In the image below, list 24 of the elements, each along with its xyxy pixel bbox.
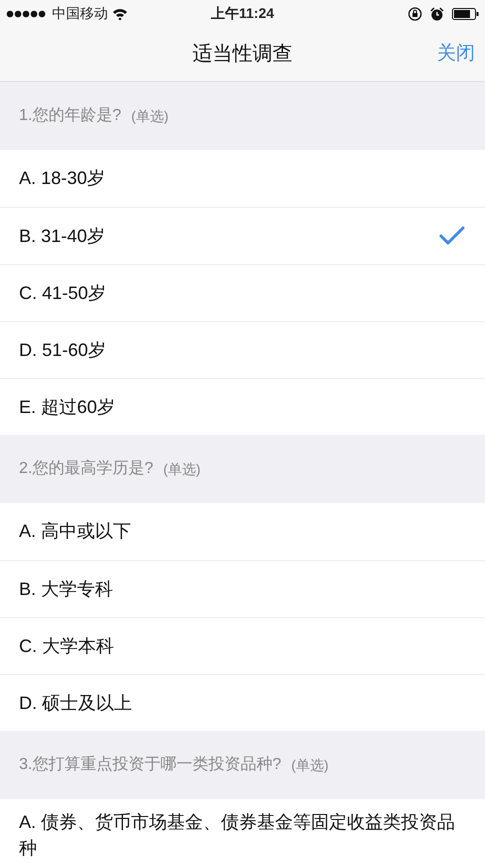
option-label: D. 51-60岁: [19, 338, 106, 362]
carrier-name: 中国移动: [52, 4, 108, 23]
option-label: E. 超过60岁: [19, 396, 116, 418]
question-type: (单选): [163, 460, 201, 479]
option-label: A. 债券、货币市场基金、债券基金等固定收益类投资品种: [19, 811, 455, 860]
option-label: B. 大学专科: [19, 578, 114, 600]
signal-icon: [6, 8, 48, 18]
question-title: 3.您打算重点投资于哪一类投资品种?: [19, 754, 282, 775]
wifi-icon: [112, 8, 128, 20]
battery-icon: [452, 8, 480, 20]
alarm-icon: [430, 6, 444, 20]
option-label: B. 31-40岁: [19, 224, 106, 248]
status-time: 上午11:24: [210, 4, 276, 23]
page-title: 适当性调查: [192, 42, 292, 67]
option-label: D. 硕士及以上: [19, 692, 132, 714]
question-title: 1.您的年龄是?: [19, 106, 122, 126]
question-type: (单选): [131, 106, 169, 126]
question-type: (单选): [291, 756, 329, 775]
option-label: A. 18-30岁: [19, 167, 106, 190]
option-label: A. 高中或以下: [19, 520, 132, 543]
option-label: C. 大学本科: [19, 634, 114, 658]
question-title: 2.您的最高学历是?: [19, 458, 154, 479]
rotation-lock-icon: [408, 6, 422, 20]
option-label: C. 41-50岁: [19, 282, 106, 304]
